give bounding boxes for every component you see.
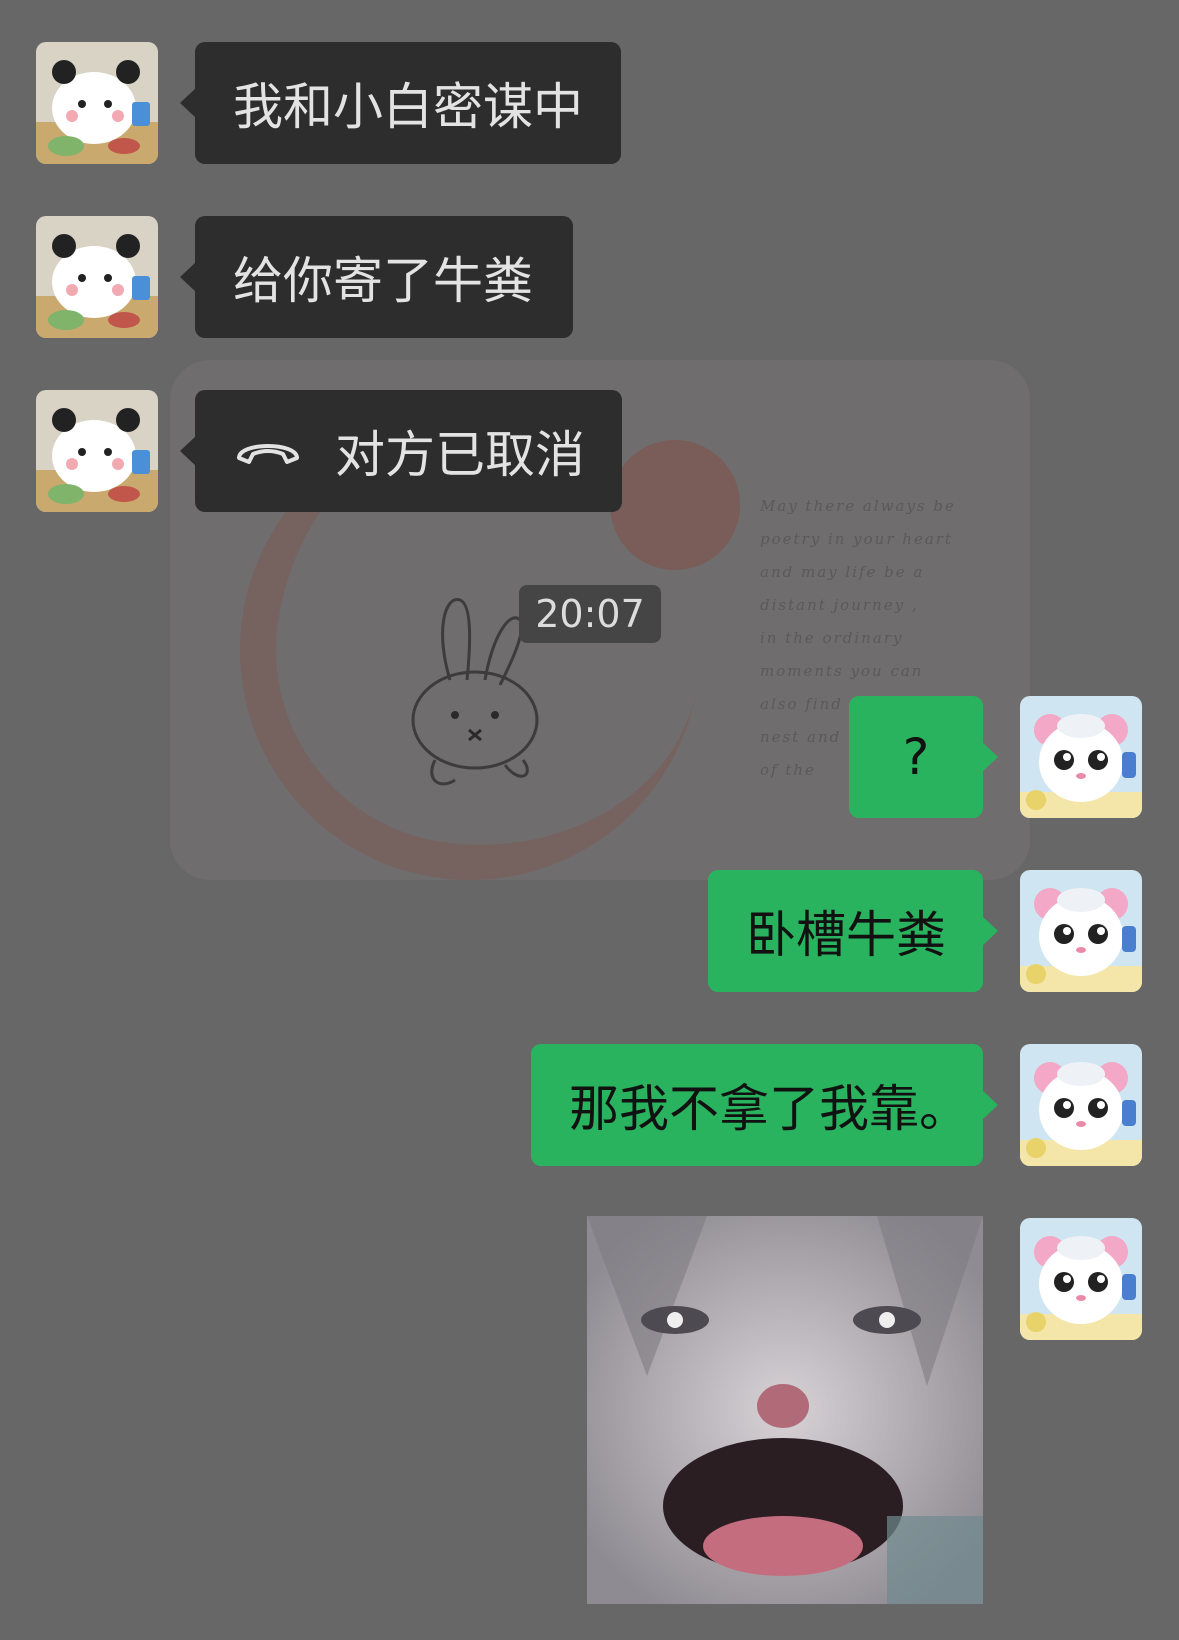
message-text: 给你寄了牛粪 (233, 252, 533, 310)
incoming-message-bubble[interactable]: 给你寄了牛粪 (180, 216, 573, 338)
call-cancelled-bubble[interactable]: 对方已取消 (180, 390, 622, 512)
hamster-avatar-icon[interactable] (1020, 870, 1142, 992)
hamster-avatar-icon[interactable] (1020, 1044, 1142, 1166)
wallpaper-line: and may life be a (760, 563, 925, 581)
hamster-avatar-icon[interactable] (1020, 1218, 1142, 1340)
phone-hangup-icon (233, 422, 303, 480)
incoming-message-bubble[interactable]: 我和小白密谋中 (180, 42, 621, 164)
wallpaper-line: May there always be (760, 497, 956, 515)
message-text: 那我不拿了我靠。 (569, 1080, 969, 1138)
panda-avatar-icon[interactable] (36, 42, 158, 164)
message-text: 卧槽牛粪 (746, 906, 946, 964)
wallpaper-line: moments you can (760, 662, 924, 680)
chat-timestamp: 20:07 (519, 585, 661, 643)
outgoing-message-bubble[interactable]: ? (849, 696, 998, 818)
outgoing-message-bubble[interactable]: 那我不拿了我靠。 (531, 1044, 998, 1166)
message-text: 我和小白密谋中 (233, 78, 583, 136)
message-text: 对方已取消 (335, 426, 585, 484)
wallpaper-line: poetry in your heart (760, 530, 953, 548)
outgoing-message-bubble[interactable]: 卧槽牛粪 (708, 870, 998, 992)
timestamp-text: 20:07 (535, 592, 645, 636)
wallpaper-sun (610, 440, 740, 570)
panda-avatar-icon[interactable] (36, 216, 158, 338)
screaming-cat-image[interactable] (587, 1216, 983, 1604)
wallpaper-line: distant journey , (760, 596, 919, 614)
message-text: ? (902, 728, 930, 786)
hamster-avatar-icon[interactable] (1020, 696, 1142, 818)
wallpaper-line: in the ordinary (760, 629, 904, 647)
panda-avatar-icon[interactable] (36, 390, 158, 512)
